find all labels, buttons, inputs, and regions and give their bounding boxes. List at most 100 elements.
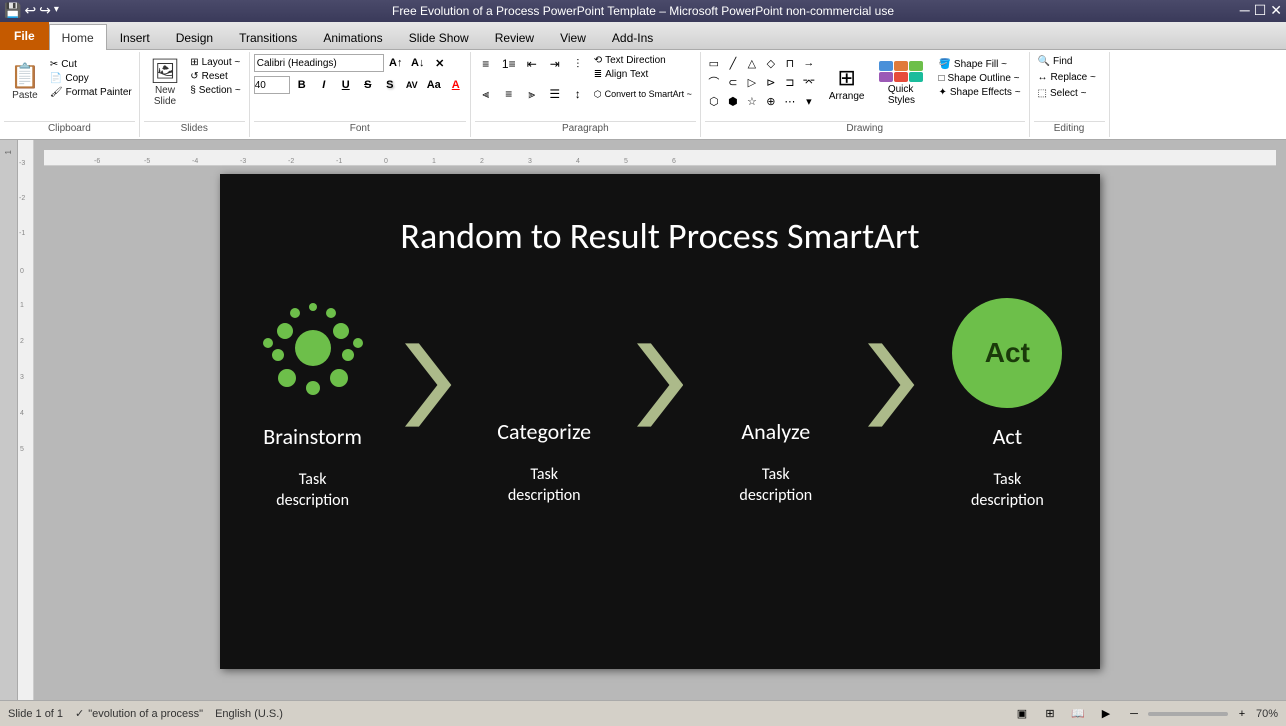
tab-view[interactable]: View [547, 24, 599, 50]
find-icon: 🔍 [1038, 56, 1050, 67]
draw-shape12-button[interactable]: ⬢ [724, 92, 742, 110]
shadow-button[interactable]: S [380, 76, 400, 94]
shape-outline-button[interactable]: □ Shape Outline ~ [934, 72, 1024, 85]
draw-shape7-button[interactable]: ▷ [743, 73, 761, 91]
align-center-button[interactable]: ≡ [498, 84, 520, 104]
slide[interactable]: Random to Result Process SmartArt [220, 174, 1100, 669]
font-shrink-button[interactable]: A↓ [408, 54, 428, 72]
draw-shape9-button[interactable]: ⊐ [781, 73, 799, 91]
font-grow-button[interactable]: A↑ [386, 54, 406, 72]
tab-insert[interactable]: Insert [107, 24, 163, 50]
cut-label: Cut [61, 59, 77, 70]
draw-shape8-button[interactable]: ⊳ [762, 73, 780, 91]
justify-button[interactable]: ☰ [544, 84, 566, 104]
slide-sorter-button[interactable]: ⊞ [1040, 705, 1060, 723]
select-button[interactable]: ⬚ Select ~ [1034, 86, 1100, 101]
font-color-button[interactable]: A [446, 76, 466, 94]
tab-animations[interactable]: Animations [310, 24, 395, 50]
draw-shape3-button[interactable]: ◇ [762, 54, 780, 72]
theme-info: ✓ "evolution of a process" [75, 707, 203, 720]
tab-file[interactable]: File [0, 22, 49, 50]
new-slide-button[interactable]: 🖼 New Slide [144, 54, 186, 112]
draw-shape15-button[interactable]: ⋯ [781, 92, 799, 110]
draw-shape10-button[interactable]: ⌤ [800, 73, 818, 91]
bullets-button[interactable]: ≡ [475, 54, 497, 74]
italic-button[interactable]: I [314, 76, 334, 94]
draw-arrow-button[interactable]: → [800, 54, 818, 72]
underline-button[interactable]: U [336, 76, 356, 94]
font-group-label: Font [254, 121, 466, 135]
draw-shape13-button[interactable]: ☆ [743, 92, 761, 110]
check-icon: ✓ [75, 707, 84, 720]
zoom-in-button[interactable]: + [1232, 705, 1252, 723]
select-icon: ⬚ [1038, 88, 1047, 99]
clear-format-button[interactable]: ✕ [430, 54, 450, 72]
font-size-input[interactable] [254, 76, 290, 94]
redo-icon[interactable]: ↪ [39, 2, 51, 18]
restore-icon[interactable]: ☐ [1254, 2, 1267, 18]
draw-shape11-button[interactable]: ⬡ [705, 92, 723, 110]
paste-button[interactable]: 📋 Paste [4, 54, 46, 112]
undo-icon[interactable]: ↩ [24, 2, 36, 18]
draw-shape2-button[interactable]: △ [743, 54, 761, 72]
section-button[interactable]: § Section ~ [187, 84, 244, 97]
draw-shape5-button[interactable]: ⌒ [705, 73, 723, 91]
align-right-button[interactable]: ⫸ [521, 84, 543, 104]
draw-rect-button[interactable]: ▭ [705, 54, 723, 72]
draw-shape4-button[interactable]: ⊓ [781, 54, 799, 72]
arrange-button[interactable]: ⊞ Arrange [823, 54, 871, 112]
columns-button[interactable]: ⫶ [567, 54, 589, 74]
chevron-3 [868, 335, 914, 435]
language-info[interactable]: English (U.S.) [215, 708, 283, 720]
categorize-task: Taskdescription [508, 465, 581, 507]
tab-transitions[interactable]: Transitions [226, 24, 310, 50]
tab-slideshow[interactable]: Slide Show [396, 24, 482, 50]
find-button[interactable]: 🔍 Find [1034, 54, 1100, 69]
close-icon[interactable]: ✕ [1270, 2, 1282, 18]
convert-smartart-button[interactable]: ⬡ Convert to SmartArt ~ [590, 84, 696, 104]
reset-button[interactable]: ↺ Reset [187, 70, 244, 83]
bold-button[interactable]: B [292, 76, 312, 94]
format-painter-label: Format Painter [66, 87, 132, 98]
draw-line-button[interactable]: ╱ [724, 54, 742, 72]
copy-icon: 📄 [50, 73, 62, 84]
draw-shape6-button[interactable]: ⊂ [724, 73, 742, 91]
replace-button[interactable]: ↔ Replace ~ [1034, 70, 1100, 85]
decrease-indent-button[interactable]: ⇤ [521, 54, 543, 74]
shape-fill-button[interactable]: 🪣 Shape Fill ~ [934, 58, 1024, 71]
tab-design[interactable]: Design [163, 24, 226, 50]
font-name-input[interactable] [254, 54, 384, 72]
draw-shape14-button[interactable]: ⊕ [762, 92, 780, 110]
normal-view-button[interactable]: ▣ [1012, 705, 1032, 723]
numbering-button[interactable]: 1≡ [498, 54, 520, 74]
text-direction-button[interactable]: ⟲ Text Direction [590, 54, 670, 67]
line-spacing-button[interactable]: ↕ [567, 84, 589, 104]
increase-indent-button[interactable]: ⇥ [544, 54, 566, 74]
save-icon[interactable]: 💾 [4, 2, 21, 18]
minimize-icon[interactable]: ─ [1240, 2, 1250, 18]
tab-home[interactable]: Home [49, 24, 107, 50]
tab-review[interactable]: Review [482, 24, 547, 50]
strikethrough-button[interactable]: S [358, 76, 378, 94]
new-slide-icon: 🖼 [150, 60, 180, 84]
align-left-button[interactable]: ⫷ [475, 84, 497, 104]
reading-view-button[interactable]: 📖 [1068, 705, 1088, 723]
layout-button[interactable]: ⊞ Layout ~ [187, 56, 244, 69]
quick-styles-button[interactable]: QuickStyles [873, 54, 929, 112]
copy-button[interactable]: 📄 Copy [47, 72, 135, 85]
zoom-out-button[interactable]: ─ [1124, 705, 1144, 723]
shape-effects-button[interactable]: ✦ Shape Effects ~ [934, 86, 1024, 99]
format-painter-button[interactable]: 🖌 Format Painter [47, 86, 135, 99]
cut-button[interactable]: ✂ Cut [47, 58, 135, 71]
char-spacing-button[interactable]: AV [402, 76, 422, 94]
draw-more-button[interactable]: ▾ [800, 92, 818, 110]
change-case-button[interactable]: Aa [424, 76, 444, 94]
slideshow-button[interactable]: ▶ [1096, 705, 1116, 723]
tab-addins[interactable]: Add-Ins [599, 24, 666, 50]
slide-panel: 1 [0, 140, 18, 700]
align-text-button[interactable]: ≣ Align Text [590, 68, 670, 81]
customize-qat-icon[interactable]: ▾ [54, 2, 59, 18]
zoom-slider[interactable] [1148, 712, 1228, 716]
paste-label: Paste [12, 90, 38, 101]
brainstorm-dots [253, 293, 373, 413]
